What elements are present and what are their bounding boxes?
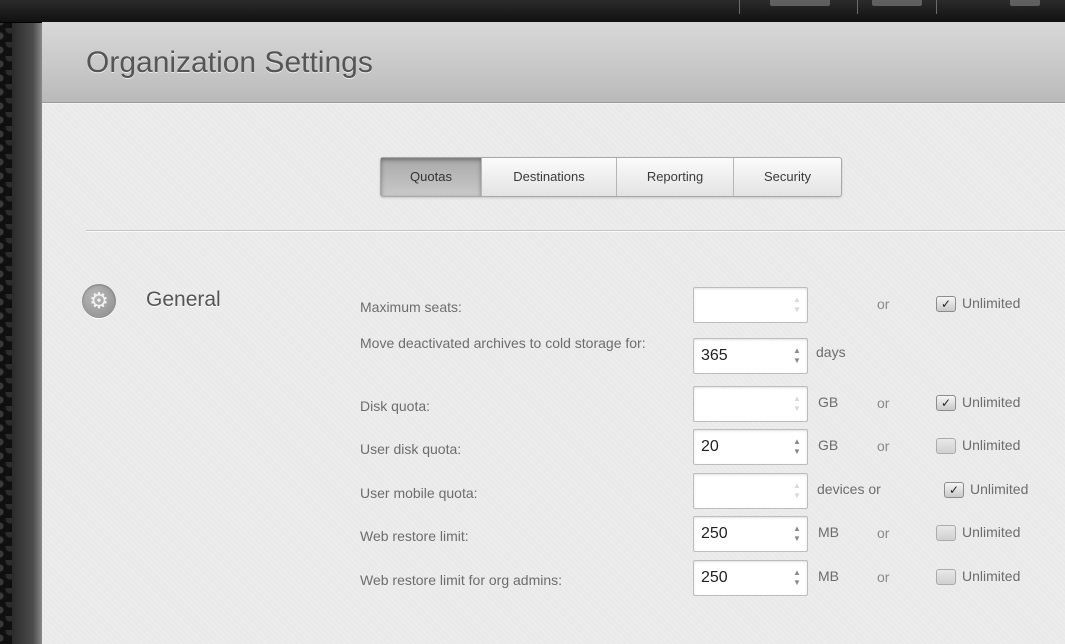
or-text: or	[877, 395, 890, 411]
unlimited-checkbox[interactable]: ✓	[944, 482, 964, 498]
top-bar-separator	[936, 0, 937, 14]
unlimited-label: Unlimited	[962, 568, 1021, 584]
cold-storage-days-input[interactable]: ▲▼	[693, 338, 808, 374]
unlimited-checkbox[interactable]	[936, 525, 956, 541]
tab-reporting[interactable]: Reporting	[617, 158, 734, 196]
user-mobile-quota-input[interactable]: ▲ ▼	[693, 473, 808, 509]
field-label: Web restore limit:	[360, 528, 469, 544]
section-icon: ⚙	[82, 284, 116, 318]
divider	[86, 230, 1065, 231]
unlimited-checkbox[interactable]	[936, 569, 956, 585]
unlimited-label: Unlimited	[962, 437, 1021, 453]
web-restore-limit-input[interactable]: ▲▼	[693, 516, 808, 552]
spinner-arrows[interactable]: ▲ ▼	[787, 430, 807, 464]
disk-quota-input[interactable]: ▲ ▼	[693, 386, 808, 422]
spinner-arrows[interactable]: ▲ ▼	[787, 387, 807, 421]
web-restore-limit-field[interactable]	[694, 517, 786, 551]
page-title: Organization Settings	[86, 46, 373, 79]
unit-label: days	[816, 344, 846, 360]
top-bar-menu-item[interactable]	[872, 0, 922, 6]
field-label: Web restore limit for org admins:	[360, 572, 563, 588]
top-bar-separator	[857, 0, 858, 14]
user-disk-quota-input[interactable]: ▲▼	[693, 429, 808, 465]
page-header: Organization Settings	[42, 22, 1065, 103]
field-label: Move deactivated archives to cold storag…	[360, 335, 646, 351]
unit-label: MB	[818, 568, 839, 584]
cold-storage-days-field[interactable]	[694, 339, 786, 373]
field-label: User mobile quota:	[360, 485, 478, 501]
unlimited-label: Unlimited	[962, 394, 1021, 410]
top-bar-separator	[739, 0, 740, 14]
unlimited-checkbox[interactable]	[936, 438, 956, 454]
or-text: or	[877, 438, 890, 454]
or-text: or	[877, 569, 890, 585]
unit-label: devices or	[817, 481, 881, 497]
section-title: General	[146, 288, 221, 311]
spinner-arrows[interactable]: ▲ ▼	[787, 561, 807, 595]
settings-tabs: Quotas Destinations Reporting Security	[380, 157, 842, 197]
tab-security[interactable]: Security	[734, 158, 841, 196]
unlimited-checkbox[interactable]: ✓	[936, 395, 956, 411]
user-disk-quota-field[interactable]	[694, 430, 786, 464]
maximum-seats-field[interactable]	[694, 288, 786, 322]
unlimited-checkbox[interactable]: ✓	[936, 296, 956, 312]
field-label: Maximum seats:	[360, 299, 462, 315]
tab-quotas[interactable]: Quotas	[381, 158, 482, 196]
unit-label: GB	[818, 394, 839, 410]
field-label: Disk quota:	[360, 398, 431, 414]
settings-panel: Organization Settings Quotas Destination…	[42, 22, 1065, 644]
top-bar	[0, 0, 1065, 23]
spinner-arrows[interactable]: ▲ ▼	[787, 474, 807, 508]
web-restore-limit-admins-input[interactable]: ▲▼	[693, 560, 808, 596]
maximum-seats-input[interactable]: ▲ ▼	[693, 287, 808, 323]
disk-quota-field[interactable]	[694, 387, 786, 421]
user-mobile-quota-field[interactable]	[694, 474, 786, 508]
or-text: or	[877, 525, 890, 541]
textured-edge	[0, 0, 12, 644]
unlimited-label: Unlimited	[962, 295, 1021, 311]
unlimited-label: Unlimited	[962, 524, 1021, 540]
top-bar-menu-item[interactable]	[1010, 0, 1040, 6]
unit-label: GB	[818, 437, 839, 453]
field-label: User disk quota:	[360, 441, 462, 457]
web-restore-limit-admins-field[interactable]	[694, 561, 786, 595]
or-text: or	[877, 296, 890, 312]
unlimited-label: Unlimited	[970, 481, 1029, 497]
gear-icon: ⚙	[89, 288, 109, 313]
top-bar-menu-item[interactable]	[770, 0, 830, 6]
spinner-arrows[interactable]: ▲ ▼	[787, 339, 807, 373]
unit-label: MB	[818, 524, 839, 540]
side-rail	[12, 0, 42, 644]
spinner-arrows[interactable]: ▲ ▼	[787, 288, 807, 322]
spinner-arrows[interactable]: ▲ ▼	[787, 517, 807, 551]
tab-destinations[interactable]: Destinations	[482, 158, 617, 196]
